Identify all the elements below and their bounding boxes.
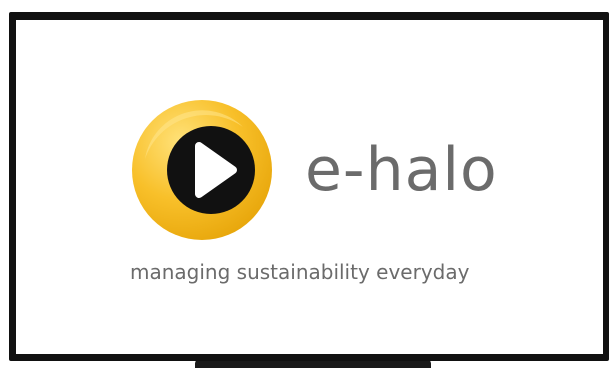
tv-display: e-halo managing sustainability everyday [0, 0, 609, 368]
play-circle-logo-icon [132, 100, 272, 240]
tv-frame: e-halo managing sustainability everyday [9, 12, 609, 361]
brand-tagline: managing sustainability everyday [130, 260, 470, 284]
brand-logo: e-halo [131, 100, 498, 240]
brand-wordmark: e-halo [305, 135, 498, 205]
tv-screen: e-halo managing sustainability everyday [16, 20, 603, 354]
